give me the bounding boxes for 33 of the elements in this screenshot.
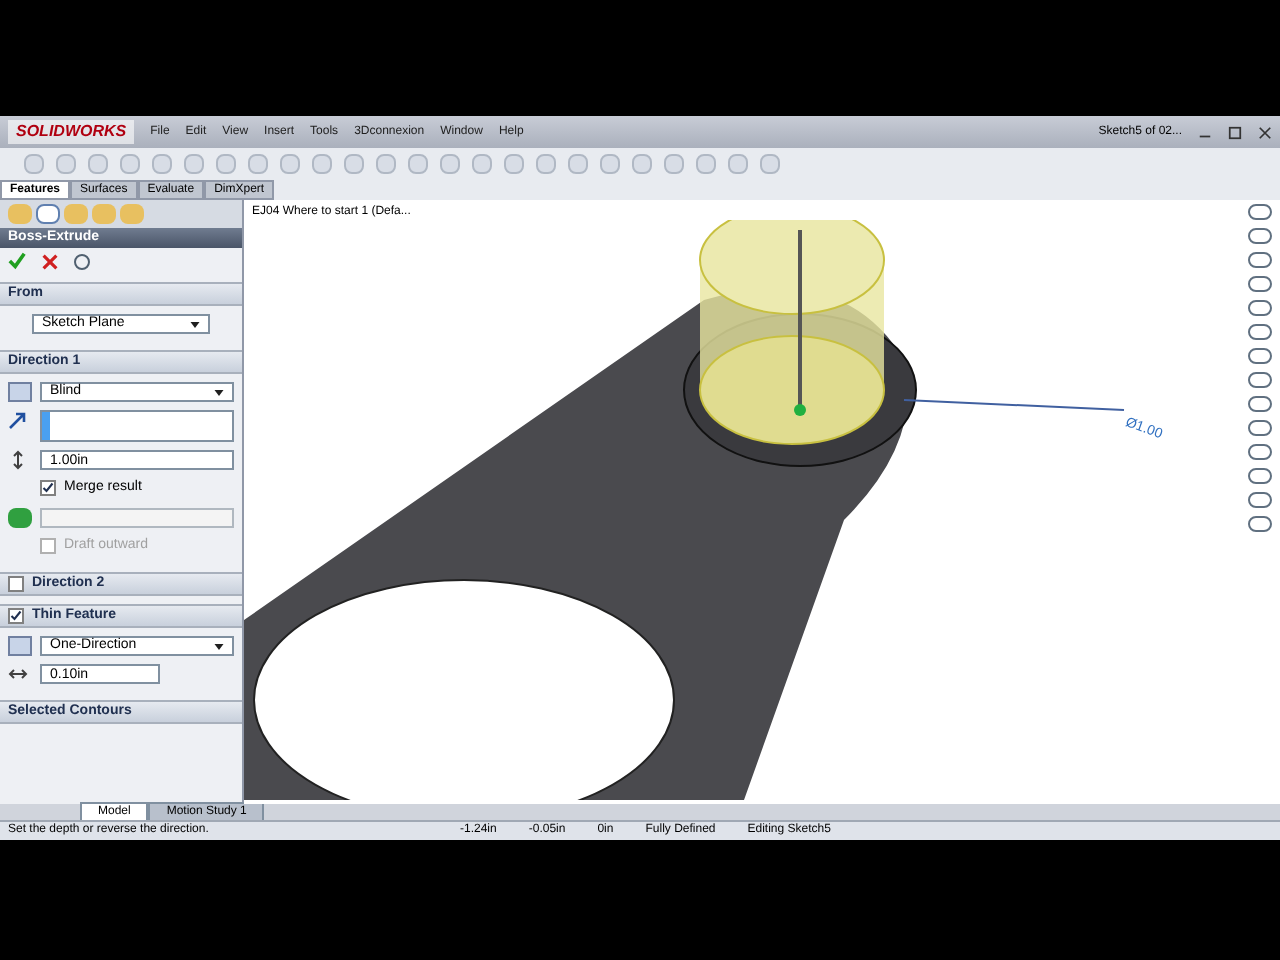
sketch-tool-icon[interactable] xyxy=(1248,252,1272,268)
depth-icon xyxy=(8,450,28,470)
sketch-tool-icon[interactable] xyxy=(1248,468,1272,484)
section-checkbox[interactable] xyxy=(8,608,24,624)
ok-icon[interactable] xyxy=(8,252,26,270)
sketch-tool-icon[interactable] xyxy=(1248,324,1272,340)
maximize-icon[interactable] xyxy=(1228,125,1242,139)
draft-field[interactable] xyxy=(40,507,234,527)
sketch-tool-icon[interactable] xyxy=(1248,204,1272,220)
sketch-tool-icon[interactable] xyxy=(1248,492,1272,508)
sketch-tool-icon[interactable] xyxy=(1248,228,1272,244)
section-checkbox[interactable] xyxy=(8,576,24,592)
sketch-tool-icon[interactable] xyxy=(1248,300,1272,316)
cancel-icon[interactable] xyxy=(42,253,58,269)
manager-tab[interactable] xyxy=(36,204,60,224)
sketch-tool-icon[interactable] xyxy=(1248,348,1272,364)
sketch-tool-icon[interactable] xyxy=(1248,444,1272,460)
sketch-tool-icon[interactable] xyxy=(1248,516,1272,532)
sketch-tool-icon[interactable] xyxy=(1248,420,1272,436)
preview-icon[interactable] xyxy=(74,253,90,269)
sketch-tool-icon[interactable] xyxy=(1248,396,1272,412)
arrow-icon xyxy=(8,410,28,430)
thickness-icon xyxy=(8,664,28,684)
sketch-tool-icon[interactable] xyxy=(1248,276,1272,292)
draft-checkbox[interactable] xyxy=(40,537,56,554)
merge-checkbox[interactable] xyxy=(40,480,56,497)
sketch-tool-icon[interactable] xyxy=(1248,372,1272,388)
selection-box[interactable] xyxy=(40,410,234,442)
caret-icon xyxy=(190,321,200,327)
close-icon[interactable] xyxy=(1258,125,1272,139)
caret-icon xyxy=(214,389,224,395)
app-logo: SOLIDWORKS xyxy=(8,120,135,144)
caret-icon xyxy=(214,643,224,649)
